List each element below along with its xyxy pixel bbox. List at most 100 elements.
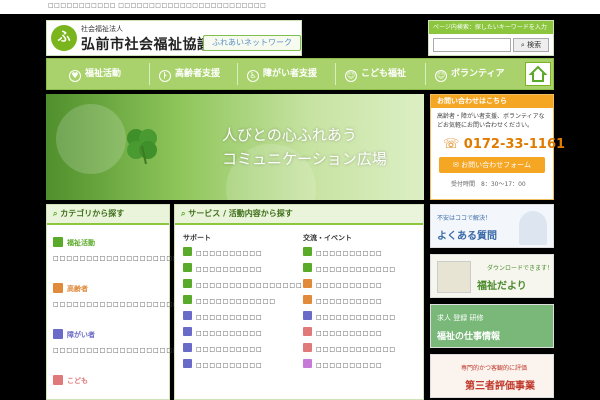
service-item-label: □□□□□□□□□□ [196, 266, 263, 273]
service-item[interactable]: □□□□□□□□□□ [183, 311, 301, 327]
category-elderly[interactable]: 高齢者 □□□□□□□□□□□□□□□□□□□□□□□□□□□□□□□□ [53, 283, 267, 309]
service-item-label: □□□□□□□□□□□□ [316, 314, 397, 321]
service-item[interactable]: □□□□□□□□□□ [303, 295, 421, 311]
category-welfare[interactable]: 福祉活動 □□□□□□□□□□□□□□□□□□□□□□□□□□□□□□□□ [53, 237, 267, 263]
nav-item-children[interactable]: ☺ こども福祉 [345, 62, 406, 86]
service-bullet-icon [303, 359, 312, 368]
nav-item-elderly[interactable]: ﾄ 高齢者支援 [159, 62, 220, 86]
search-button-label: 検索 [527, 41, 542, 49]
contact-form-label: お問い合わせフォーム [461, 161, 531, 169]
search-input[interactable] [433, 38, 511, 52]
service-bullet-icon [183, 359, 192, 368]
service-item[interactable]: □□□□□□□□□□□□ [303, 343, 421, 359]
service-item[interactable]: □□□□□□□□□□□□ [303, 263, 421, 279]
service-item[interactable]: □□□□□□□□□□ [303, 327, 421, 343]
hero-title-line2: コミュニケーション広場 [222, 150, 387, 168]
faq-banner[interactable]: 不安はココで解決！ よくある質問 [430, 204, 554, 248]
elderly-icon: ﾄ [159, 70, 171, 82]
nav-label: 障がい者支援 [263, 69, 318, 79]
hero-title-line1: 人びとの心ふれあう [222, 126, 357, 144]
category-description: □□□□□□□□□□□□□□□□□□□□□□□□□□□□□□□□ [53, 255, 267, 262]
category-disability[interactable]: 障がい者 □□□□□□□□□□□□□□□□□□□□□□□□□□□□□□□□ [53, 329, 265, 355]
children-icon [53, 375, 63, 385]
service-bullet-icon [183, 247, 192, 256]
service-item[interactable]: □□□□□□□□□□□□□□□□ [183, 279, 303, 295]
site-logo[interactable]: ふ 社会福祉法人 弘前市社会福祉協議会 ふれあいネットワーク [46, 20, 302, 56]
banner-tagline: 専門的かつ客観的に評価 [461, 365, 528, 372]
service-item[interactable]: □□□□□□□□□□□□ [183, 295, 301, 311]
logo-subtitle: 社会福祉法人 [81, 25, 123, 33]
service-item-label: □□□□□□□□□□ [196, 330, 263, 337]
banner-title: 第三者評価事業 [465, 381, 535, 392]
service-item[interactable]: □□□□□□□□□□ [183, 327, 301, 343]
service-bullet-icon [183, 327, 192, 336]
service-item-label: □□□□□□□□□□□□□□□□ [196, 282, 303, 289]
service-item[interactable]: □□□□□□□□□□ [303, 359, 421, 375]
category-children[interactable]: こども [53, 375, 165, 386]
hero-banner: 人びとの心ふれあう コミュニケーション広場 [46, 94, 424, 200]
category-panel-title: ⌕ カテゴリから探す [47, 205, 169, 225]
search-caption: ページ内検索：探したいキーワードを入力 [429, 21, 553, 34]
service-column-title: サポート [183, 234, 211, 242]
nav-item-disability[interactable]: ♿ 障がい者支援 [247, 62, 317, 86]
home-button[interactable] [525, 62, 551, 86]
newsletter-icon [437, 261, 471, 293]
nav-label: 福祉活動 [85, 69, 122, 79]
contact-phone[interactable]: ☏ 0172-33-1161 [443, 137, 565, 152]
page: ふ 社会福祉法人 弘前市社会福祉協議会 ふれあいネットワーク ページ内検索：探し… [46, 14, 565, 400]
site-search: ページ内検索：探したいキーワードを入力 ⌕ 検索 [428, 20, 554, 56]
nav-label: 高齢者支援 [175, 69, 221, 79]
smile-icon: ☺ [435, 70, 447, 82]
service-item-label: □□□□□□□□□□ [316, 298, 383, 305]
nav-divider [335, 63, 336, 85]
service-panel: ⌕ サービス / 活動内容から探す サポート □□□□□□□□□□ □□□□□□□… [174, 204, 424, 400]
nav-item-welfare[interactable]: ♥ 福祉活動 [69, 62, 121, 86]
service-title-label: サービス / 活動内容から探す [188, 209, 293, 218]
category-label: 高齢者 [67, 285, 88, 293]
search-button[interactable]: ⌕ 検索 [513, 38, 549, 52]
category-description: □□□□□□□□□□□□□□□□□□□□□□□□□□□□□□□□ [53, 301, 267, 308]
service-item[interactable]: □□□□□□□□□□ [183, 343, 301, 359]
person-icon [519, 211, 547, 245]
header: ふ 社会福祉法人 弘前市社会福祉協議会 ふれあいネットワーク ページ内検索：探し… [46, 20, 554, 56]
service-item[interactable]: □□□□□□□□□□ [183, 263, 301, 279]
service-item[interactable]: □□□□□□□□□□ [183, 359, 301, 375]
service-item-label: □□□□□□□□□□ [196, 250, 263, 257]
banner-tagline: 不安はココで解決！ [437, 215, 492, 222]
service-column-support: サポート □□□□□□□□□□ □□□□□□□□□□ □□□□□□□□□□□□□□□… [183, 233, 303, 375]
service-bullet-icon [183, 279, 192, 288]
category-panel: ⌕ カテゴリから探す 福祉活動 □□□□□□□□□□□□□□□□□□□□□□□□… [46, 204, 267, 400]
service-item[interactable]: □□□□□□□□□□□□ [303, 311, 421, 327]
service-bullet-icon [303, 295, 312, 304]
service-bullet-icon [303, 279, 312, 288]
clover-icon [127, 129, 157, 164]
service-item-label: □□□□□□□□□□□□ [196, 298, 277, 305]
service-bullet-icon [303, 247, 312, 256]
nav-divider [149, 63, 150, 85]
category-label: こども [67, 377, 88, 385]
contact-phone-number: 0172-33-1161 [463, 137, 566, 152]
logo-mark-icon: ふ [51, 25, 77, 51]
side-banners: 不安はココで解決！ よくある質問 ダウンロードできます！ 福祉だより 求人 登録… [430, 204, 554, 400]
service-item[interactable]: □□□□□□□□□□ [183, 247, 301, 263]
contact-form-button[interactable]: ✉ お問い合わせフォーム [439, 157, 545, 173]
service-item-label: □□□□□□□□□□ [316, 330, 383, 337]
service-item[interactable]: □□□□□□□□□□ [303, 279, 421, 295]
service-item-label: □□□□□□□□□□ [196, 362, 263, 369]
heart-icon: ♥ [69, 70, 81, 82]
nav-item-volunteer[interactable]: ☺ ボランティア [435, 62, 504, 86]
category-label-children: こども [53, 375, 165, 386]
global-nav: ♥ 福祉活動 ﾄ 高齢者支援 ♿ 障がい者支援 ☺ こども福祉 ☺ ボランティア [46, 58, 554, 90]
service-bullet-icon [303, 263, 312, 272]
wheelchair-icon [53, 329, 63, 339]
newsletter-banner[interactable]: ダウンロードできます！ 福祉だより [430, 254, 554, 298]
service-item[interactable]: □□□□□□□□□□ [303, 247, 421, 263]
jobs-banner[interactable]: 求人 登録 研修 福祉の仕事情報 [430, 304, 554, 348]
banner-title: 福祉だより [477, 281, 527, 292]
evaluation-banner[interactable]: 専門的かつ客観的に評価 第三者評価事業 [430, 354, 554, 398]
phone-icon: ☏ [443, 137, 460, 152]
children-icon: ☺ [345, 70, 357, 82]
service-item-label: □□□□□□□□□□ [316, 362, 383, 369]
banner-tagline: ダウンロードできます！ [487, 265, 554, 272]
service-column-title: 交流・イベント [303, 234, 352, 242]
